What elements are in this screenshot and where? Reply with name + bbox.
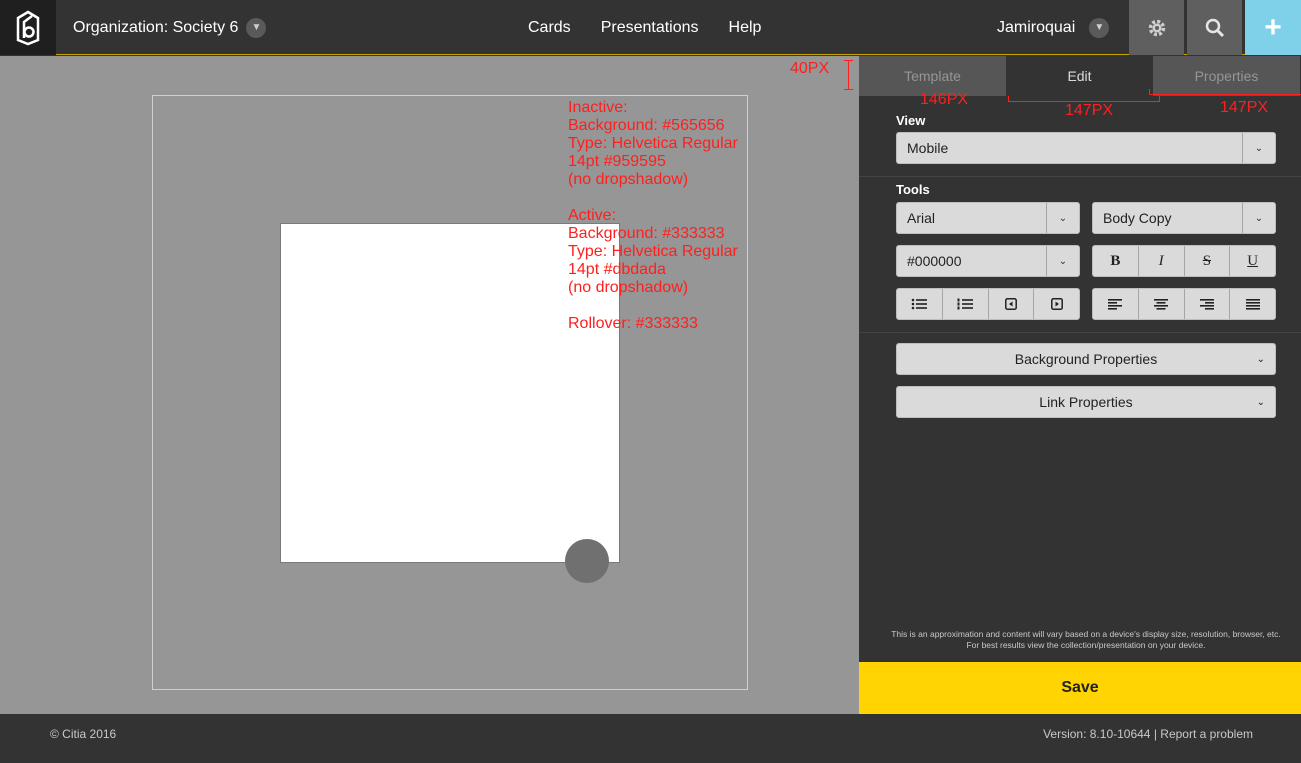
numbered-list-button[interactable] <box>943 289 989 319</box>
chevron-down-icon: ⌄ <box>1256 396 1265 408</box>
background-properties-label: Background Properties <box>1014 351 1158 367</box>
indent-button[interactable] <box>1034 289 1079 319</box>
tab-edit[interactable]: Edit <box>1006 56 1153 96</box>
gear-icon <box>1148 19 1165 36</box>
dimension-marker <box>1149 89 1301 95</box>
divider <box>859 332 1301 333</box>
search-button[interactable] <box>1187 0 1242 55</box>
underline-button[interactable]: U <box>1230 246 1275 276</box>
main-nav: Cards Presentations Help <box>528 0 761 55</box>
separator: | <box>1150 727 1161 741</box>
align-justify-icon <box>1245 298 1260 310</box>
align-buttons <box>1092 288 1276 320</box>
tools-label: Tools <box>896 182 930 197</box>
chevron-down-icon: ⌄ <box>1058 212 1068 224</box>
save-button[interactable]: Save <box>859 662 1301 714</box>
align-center-icon <box>1154 298 1169 310</box>
user-menu[interactable]: Jamiroquai ▼ <box>997 0 1110 55</box>
preview-disclaimer: This is an approximation and content wil… <box>891 629 1281 650</box>
chevron-down-icon: ⌄ <box>1254 142 1264 154</box>
tab-template[interactable]: Template <box>859 56 1006 96</box>
report-problem-link[interactable]: Report a problem <box>1160 727 1253 741</box>
chevron-down-icon: ⌄ <box>1256 353 1265 365</box>
color-select[interactable]: #000000 ⌄ <box>896 245 1080 277</box>
align-left-button[interactable] <box>1093 289 1139 319</box>
canvas-area: Inactive: Background: #565656 Type: Helv… <box>0 56 859 714</box>
dimension-marker <box>844 60 853 90</box>
chevron-down-icon: ⌄ <box>1254 212 1264 224</box>
view-label: View <box>896 113 926 128</box>
chevron-down-icon[interactable]: ▼ <box>246 17 267 38</box>
indent-icon <box>1050 298 1063 310</box>
search-icon <box>1205 18 1224 37</box>
nav-presentations[interactable]: Presentations <box>601 19 699 37</box>
text-style-select[interactable]: Body Copy ⌄ <box>1092 202 1276 234</box>
color-select-value: #000000 <box>907 253 962 269</box>
chevron-down-icon: ⌄ <box>1058 255 1068 267</box>
divider <box>859 176 1301 177</box>
outdent-icon <box>1004 298 1017 310</box>
format-buttons: B I S U <box>1092 245 1276 277</box>
nav-help[interactable]: Help <box>729 19 762 37</box>
background-properties-toggle[interactable]: Background Properties ⌄ <box>896 343 1276 375</box>
align-right-icon <box>1199 298 1214 310</box>
version-info: Version: 8.10-10644 | Report a problem <box>1043 727 1253 741</box>
outdent-button[interactable] <box>989 289 1035 319</box>
top-bar: Organization: Society 6 ▼ Cards Presenta… <box>0 0 1301 55</box>
dimension-label: 146PX <box>920 91 969 108</box>
link-properties-label: Link Properties <box>1039 394 1133 410</box>
view-select-value: Mobile <box>907 140 949 156</box>
align-center-button[interactable] <box>1139 289 1185 319</box>
add-button[interactable]: + <box>1245 0 1301 55</box>
dimension-label: 147PX <box>1065 102 1114 119</box>
resize-handle[interactable] <box>565 539 609 583</box>
organization-selector[interactable]: Organization: Society 6 ▼ <box>73 0 267 55</box>
design-annotation: Inactive: Background: #565656 Type: Helv… <box>568 99 738 332</box>
bold-button[interactable]: B <box>1093 246 1139 276</box>
strikethrough-button[interactable]: S <box>1185 246 1231 276</box>
link-properties-toggle[interactable]: Link Properties ⌄ <box>896 386 1276 418</box>
font-select[interactable]: Arial ⌄ <box>896 202 1080 234</box>
text-style-value: Body Copy <box>1103 210 1172 226</box>
footer: © Citia 2016 Version: 8.10-10644 | Repor… <box>0 714 1301 763</box>
plus-icon: + <box>1264 10 1282 44</box>
dimension-label: 40PX <box>790 60 830 77</box>
align-left-icon <box>1108 298 1123 310</box>
user-name: Jamiroquai <box>997 18 1076 36</box>
version-label: Version: 8.10-10644 <box>1043 727 1151 741</box>
align-justify-button[interactable] <box>1230 289 1275 319</box>
properties-panel: Template Edit Properties 146PX 147PX 147… <box>859 56 1301 714</box>
numbered-list-icon <box>957 298 974 310</box>
italic-button[interactable]: I <box>1139 246 1185 276</box>
view-select[interactable]: Mobile ⌄ <box>896 132 1276 164</box>
nav-cards[interactable]: Cards <box>528 19 571 37</box>
bullet-list-button[interactable] <box>897 289 943 319</box>
font-select-value: Arial <box>907 210 936 226</box>
bullet-list-icon <box>912 298 928 310</box>
settings-button[interactable] <box>1129 0 1184 55</box>
copyright: © Citia 2016 <box>50 727 117 741</box>
align-right-button[interactable] <box>1185 289 1231 319</box>
list-buttons <box>896 288 1080 320</box>
citia-logo[interactable] <box>0 0 56 55</box>
chevron-down-icon[interactable]: ▼ <box>1089 17 1110 38</box>
organization-label: Organization: Society 6 <box>73 18 239 36</box>
dimension-label: 147PX <box>1220 99 1269 116</box>
